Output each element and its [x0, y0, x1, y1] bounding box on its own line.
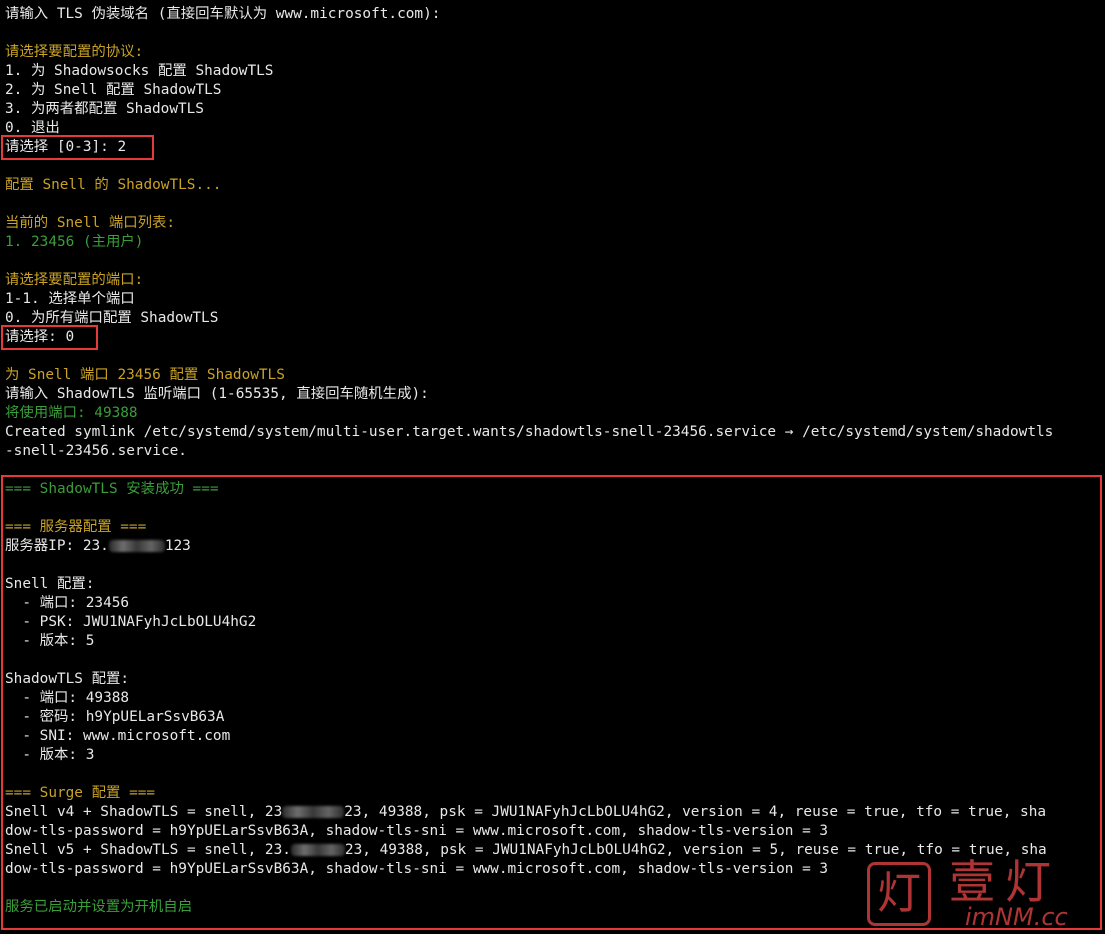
port-menu-title: 请选择要配置的端口: — [5, 272, 144, 288]
port-option-single: 1-1. 选择单个端口 — [5, 291, 135, 307]
watermark-stamp-logo: 灯 — [867, 862, 931, 926]
protocol-option-3: 3. 为两者都配置 ShadowTLS — [5, 101, 204, 117]
snell-port-list-item: 1. 23456 (主用户) — [5, 234, 144, 250]
port-choice-input[interactable]: 请选择: 0 — [5, 328, 74, 347]
protocol-option-2: 2. 为 Snell 配置 ShadowTLS — [5, 82, 222, 98]
configuring-snell-message: 配置 Snell 的 ShadowTLS... — [5, 177, 222, 193]
listen-port-prompt: 请输入 ShadowTLS 监听端口 (1-65535, 直接回车随机生成): — [5, 386, 429, 402]
shadowtls-version-line: - 版本: 3 — [5, 747, 95, 763]
redacted-ip-blur — [290, 844, 345, 856]
redacted-ip-blur — [108, 540, 165, 552]
server-config-header: === 服务器配置 === — [5, 519, 147, 535]
chosen-port-message: 将使用端口: 49388 — [5, 405, 138, 421]
surge-v4-suffix: 23, 49388, psk = JWU1NAFyhJcLbOLU4hG2, v… — [344, 804, 1047, 820]
protocol-option-exit: 0. 退出 — [5, 120, 60, 136]
surge-v4-line-wrap: dow-tls-password = h9YpUELarSsvB63A, sha… — [5, 823, 829, 839]
terminal-window[interactable]: 请输入 TLS 伪装域名 (直接回车默认为 www.microsoft.com)… — [0, 0, 1105, 934]
snell-port-list-title: 当前的 Snell 端口列表: — [5, 215, 176, 231]
server-ip-suffix: 123 — [164, 538, 191, 554]
symlink-message-wrap: -snell-23456.service. — [5, 443, 187, 459]
tls-domain-prompt: 请输入 TLS 伪装域名 (直接回车默认为 www.microsoft.com)… — [5, 6, 441, 22]
snell-port-line: - 端口: 23456 — [5, 595, 130, 611]
watermark-domain: imNM.cc — [965, 903, 1068, 931]
surge-v5-suffix: 23, 49388, psk = JWU1NAFyhJcLbOLU4hG2, v… — [344, 842, 1047, 858]
redacted-ip-blur — [282, 806, 345, 818]
snell-config-title: Snell 配置: — [5, 576, 95, 592]
shadowtls-password-line: - 密码: h9YpUELarSsvB63A — [5, 709, 225, 725]
watermark-title: 壹灯 — [949, 855, 1061, 909]
surge-v5-prefix: Snell v5 + ShadowTLS = snell, 23. — [5, 842, 291, 858]
surge-config-header: === Surge 配置 === — [5, 785, 156, 801]
protocol-option-1: 1. 为 Shadowsocks 配置 ShadowTLS — [5, 63, 274, 79]
shadowtls-config-title: ShadowTLS 配置: — [5, 671, 130, 687]
surge-v4-prefix: Snell v4 + ShadowTLS = snell, 23 — [5, 804, 283, 820]
snell-version-line: - 版本: 5 — [5, 633, 95, 649]
protocol-menu-title: 请选择要配置的协议: — [5, 44, 144, 60]
configuring-port-message: 为 Snell 端口 23456 配置 ShadowTLS — [5, 367, 285, 383]
site-watermark: 灯 壹灯 imNM.cc — [867, 855, 1097, 931]
port-option-all: 0. 为所有端口配置 ShadowTLS — [5, 310, 219, 326]
shadowtls-port-line: - 端口: 49388 — [5, 690, 130, 706]
server-ip-prefix: 服务器IP: 23. — [5, 538, 109, 554]
server-ip-line: 服务器IP: 23. 123 — [5, 537, 191, 556]
snell-psk-line: - PSK: JWU1NAFyhJcLbOLU4hG2 — [5, 614, 257, 630]
install-success-header: === ShadowTLS 安装成功 === — [5, 481, 219, 497]
symlink-message: Created symlink /etc/systemd/system/mult… — [5, 424, 1054, 440]
surge-v5-line-wrap: dow-tls-password = h9YpUELarSsvB63A, sha… — [5, 861, 829, 877]
protocol-choice-input[interactable]: 请选择 [0-3]: 2 — [5, 138, 126, 157]
shadowtls-sni-line: - SNI: www.microsoft.com — [5, 728, 231, 744]
service-started-message: 服务已启动并设置为开机自启 — [5, 899, 193, 915]
surge-v4-line: Snell v4 + ShadowTLS = snell, 23 23, 4938… — [5, 803, 1046, 822]
